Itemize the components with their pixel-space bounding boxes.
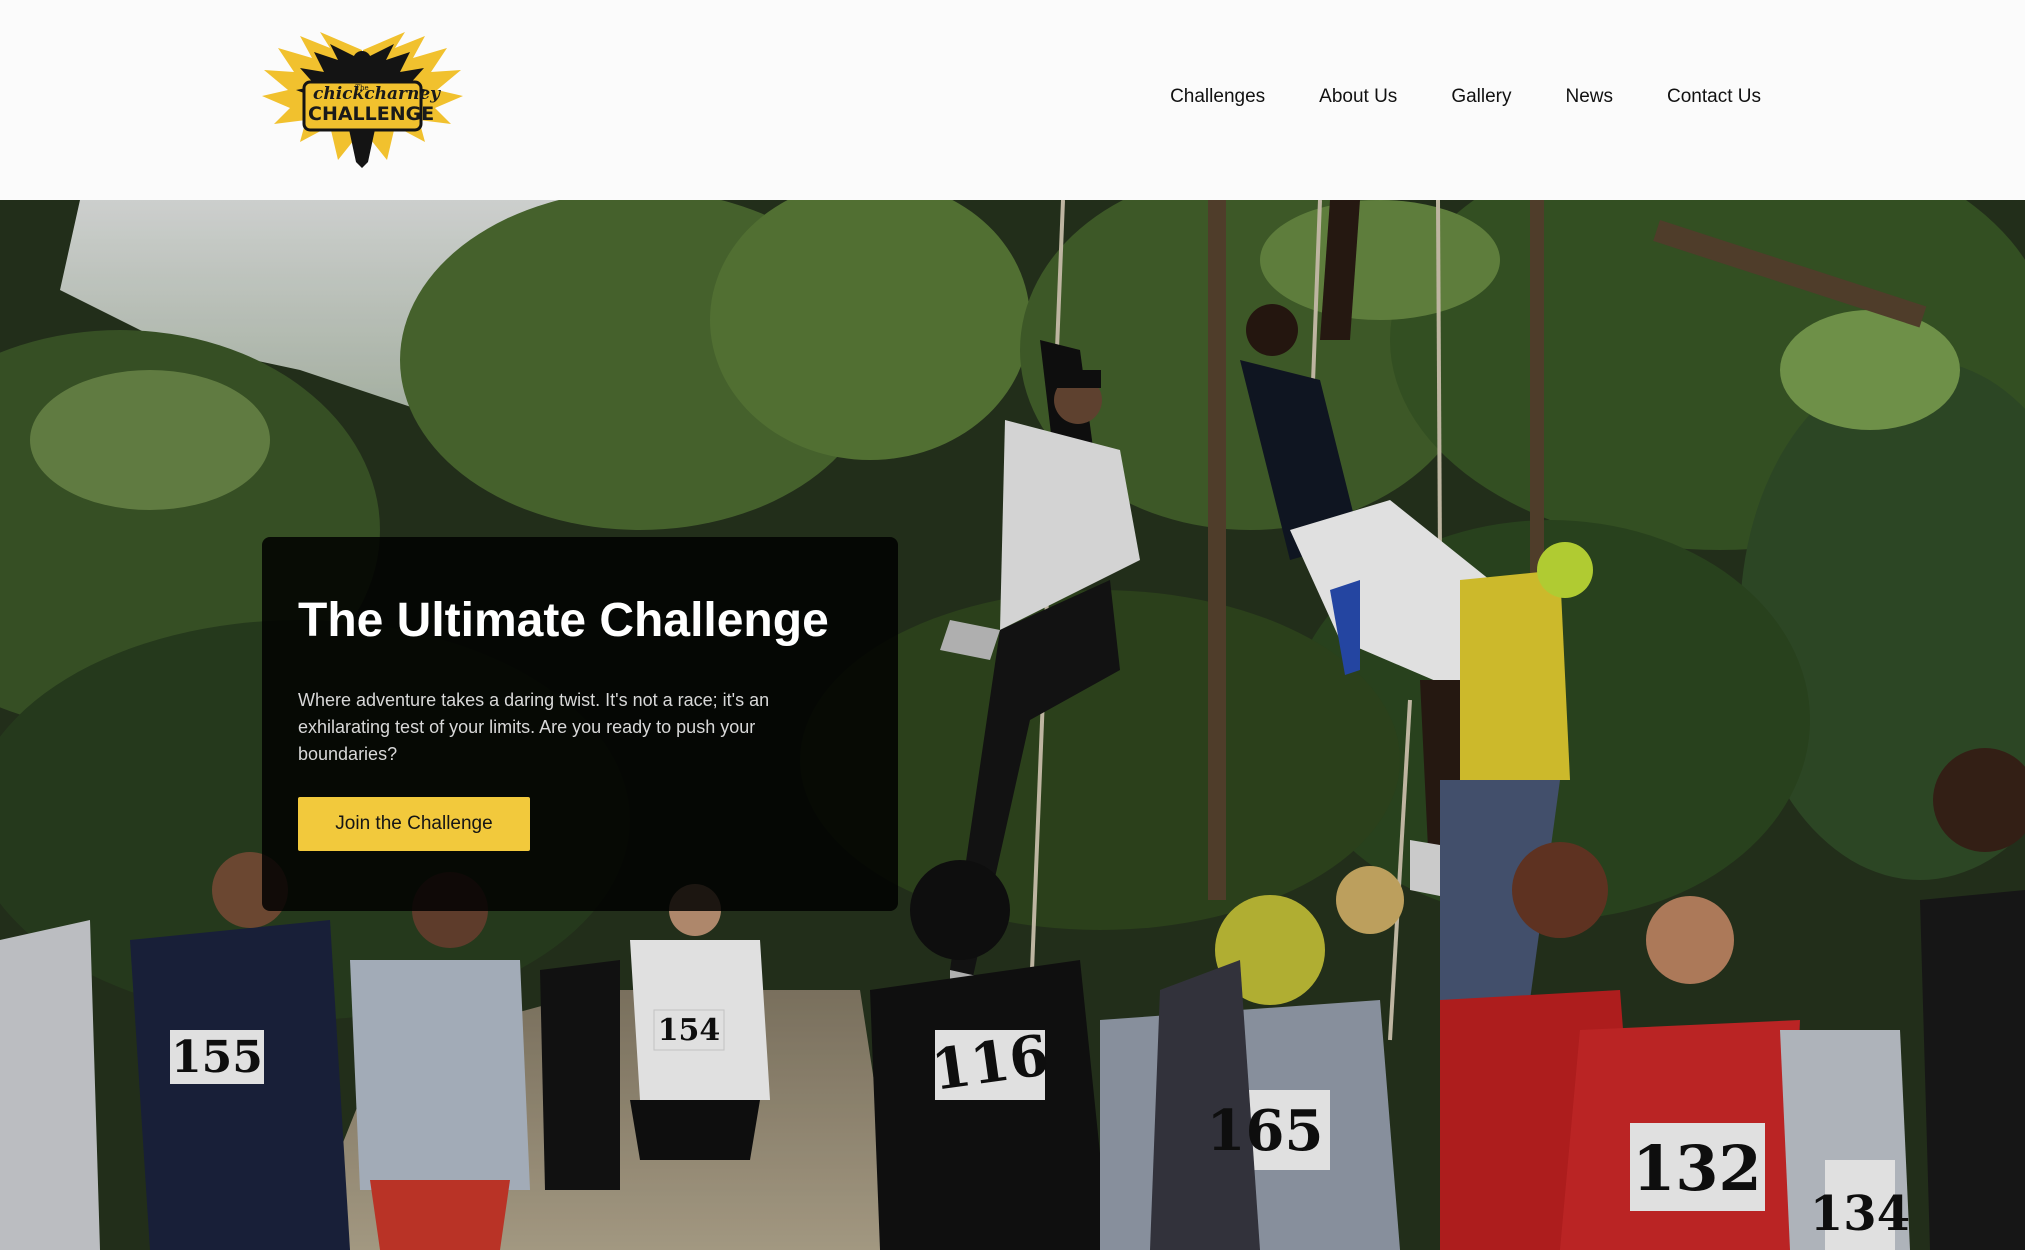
logo-big-text: CHALLENGE bbox=[308, 103, 435, 125]
hero-description: Where adventure takes a daring twist. It… bbox=[298, 690, 770, 764]
site-header: The chickcharney CHALLENGE Challenges Ab… bbox=[0, 0, 2025, 200]
join-challenge-button[interactable]: Join the Challenge bbox=[298, 797, 530, 851]
logo-small-text: chickcharney bbox=[313, 84, 441, 104]
main-nav: Challenges About Us Gallery News Contact… bbox=[1116, 86, 1761, 108]
nav-link-about-us[interactable]: About Us bbox=[1319, 86, 1397, 108]
nav-link-challenges[interactable]: Challenges bbox=[1170, 86, 1265, 108]
nav-link-gallery[interactable]: Gallery bbox=[1451, 86, 1511, 108]
site-logo[interactable]: The chickcharney CHALLENGE bbox=[260, 30, 465, 170]
nav-link-contact-us[interactable]: Contact Us bbox=[1667, 86, 1761, 108]
hero-title: The Ultimate Challenge bbox=[298, 594, 829, 647]
hero-section: 155 154 116 165 132 134 The Ultimate Cha… bbox=[0, 200, 2025, 1250]
nav-link-news[interactable]: News bbox=[1566, 86, 1614, 108]
hero-card: The Ultimate Challenge Where adventure t… bbox=[262, 537, 898, 911]
